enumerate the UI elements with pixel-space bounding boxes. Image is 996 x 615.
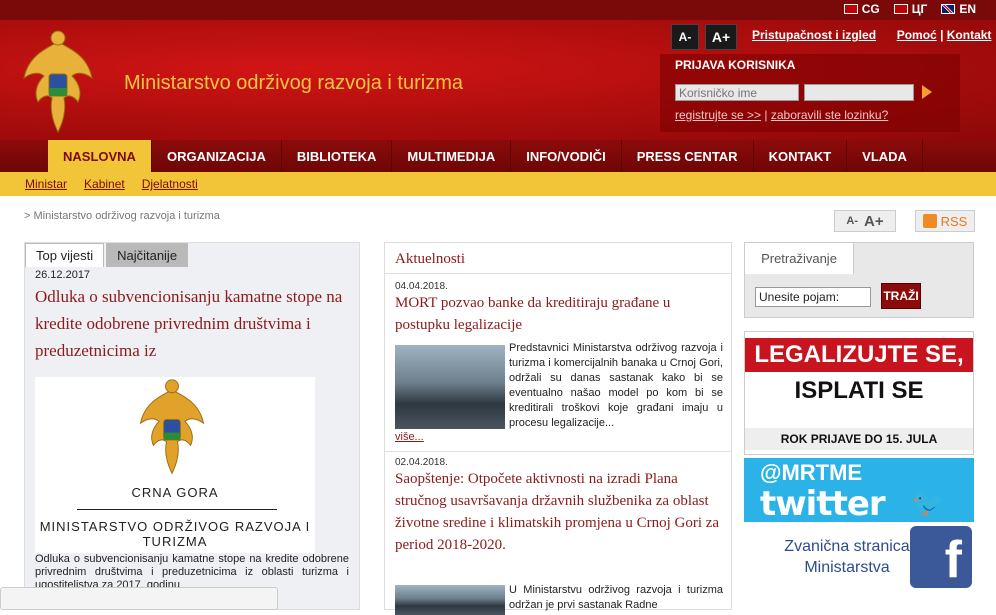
news-excerpt: U Ministarstvu održivog razvoja i turizm… bbox=[509, 584, 723, 611]
top-news-image[interactable]: CRNA GORA MINISTARSTVO ODRŽIVOG RAZVOJA … bbox=[35, 377, 315, 553]
login-link-separator: | bbox=[761, 108, 771, 122]
tab-najcitanije[interactable]: Najčitanije bbox=[106, 243, 189, 267]
top-news-title[interactable]: Odluka o subvencionisanju kamatne stope … bbox=[35, 283, 355, 364]
uk-flag-icon bbox=[941, 4, 956, 14]
coat-of-arms-icon bbox=[139, 379, 205, 475]
news-heading: Aktuelnosti bbox=[395, 251, 465, 267]
rss-icon bbox=[922, 214, 937, 228]
news-title[interactable]: MORT pozvao banke da kreditiraju građane… bbox=[395, 292, 725, 336]
legalization-banner[interactable]: LEGALIZUJTE SE, ISPLATI SE ROK PRIJAVE D… bbox=[744, 331, 974, 455]
content-font-decrease-button[interactable]: A- bbox=[846, 215, 858, 227]
nav-item-press-centar[interactable]: PRESS CENTAR bbox=[622, 140, 754, 172]
password-input[interactable] bbox=[804, 84, 914, 101]
username-input[interactable] bbox=[675, 84, 799, 101]
login-submit-arrow-icon[interactable] bbox=[922, 85, 932, 99]
news-excerpt: Predstavnici Ministarstva održivog razvo… bbox=[509, 342, 723, 429]
lang-cg[interactable]: CG bbox=[843, 2, 880, 16]
subnav-item-kabinet[interactable]: Kabinet bbox=[84, 177, 125, 191]
breadcrumb: > Ministarstvo održivog razvoja i turizm… bbox=[24, 210, 220, 222]
twitter-bird-icon: 🐦 bbox=[911, 488, 944, 518]
lang-cyrillic[interactable]: ЦГ bbox=[893, 2, 928, 16]
nav-item-multimedija[interactable]: MULTIMEDIJA bbox=[392, 140, 512, 172]
contact-link[interactable]: Kontakt bbox=[947, 28, 992, 42]
facebook-text: Zvanična stranica Ministarstva bbox=[784, 538, 910, 576]
content-font-increase-button[interactable]: A+ bbox=[864, 213, 884, 230]
news-thumbnail[interactable] bbox=[395, 585, 505, 615]
login-title: PRIJAVA KORISNIKA bbox=[675, 58, 796, 72]
lang-en[interactable]: EN bbox=[941, 2, 976, 16]
news-thumbnail[interactable] bbox=[395, 345, 505, 429]
image-ministry-caption: MINISTARSTVO ODRŽIVOG RAZVOJA I TURIZMA bbox=[39, 519, 311, 549]
site-title[interactable]: Ministarstvo održivog razvoja i turizma bbox=[124, 72, 463, 95]
news-panel: Aktuelnosti 04.04.2018. MORT pozvao bank… bbox=[384, 242, 732, 615]
link-separator: | bbox=[936, 28, 947, 42]
twitter-handle: @MRTME bbox=[760, 460, 863, 485]
news-date: 04.04.2018. bbox=[395, 281, 448, 292]
lang-cg-label: CG bbox=[861, 2, 880, 16]
subnav-item-ministar[interactable]: Ministar bbox=[25, 177, 67, 191]
nav-item-vlada[interactable]: VLADA bbox=[847, 140, 923, 172]
register-link[interactable]: registrujte se >> bbox=[675, 108, 761, 122]
help-link[interactable]: Pomoć bbox=[897, 28, 937, 42]
nav-item-naslovna[interactable]: NASLOVNA bbox=[48, 140, 152, 172]
search-button[interactable]: TRAŽI bbox=[881, 283, 921, 309]
nav-item-biblioteka[interactable]: BIBLIOTEKA bbox=[282, 140, 393, 172]
language-bar: CG ЦГ EN bbox=[0, 0, 996, 20]
search-tab[interactable]: Pretraživanje bbox=[744, 242, 854, 274]
utility-links: Pristupačnost i izgled Pomoć | Kontakt bbox=[752, 28, 991, 42]
login-panel: PRIJAVA KORISNIKA registrujte se >> | za… bbox=[660, 54, 960, 132]
read-more-link[interactable]: više... bbox=[395, 431, 424, 443]
forgot-password-link[interactable]: zaboravili ste lozinku? bbox=[771, 108, 888, 122]
main-nav: NASLOVNA ORGANIZACIJA BIBLIOTEKA MULTIME… bbox=[0, 140, 996, 172]
legalization-headline: LEGALIZUJTE SE, bbox=[745, 338, 973, 372]
font-increase-button[interactable]: A+ bbox=[705, 24, 737, 50]
twitter-wordmark: twitter bbox=[760, 484, 886, 524]
divider bbox=[385, 273, 731, 274]
nav-item-kontakt[interactable]: KONTAKT bbox=[754, 140, 848, 172]
image-country-caption: CRNA GORA bbox=[131, 485, 219, 500]
montenegro-flag-icon bbox=[893, 4, 908, 14]
divider bbox=[385, 451, 731, 452]
accessibility-link[interactable]: Pristupačnost i izgled bbox=[752, 28, 876, 42]
news-tabs: Top vijesti Najčitanije bbox=[25, 243, 189, 267]
search-input[interactable] bbox=[755, 287, 871, 307]
twitter-banner[interactable]: @MRTME twitter 🐦 bbox=[744, 458, 974, 524]
font-size-controls: A- A+ bbox=[671, 24, 737, 50]
font-decrease-button[interactable]: A- bbox=[671, 24, 699, 50]
top-news-date: 26.12.2017 bbox=[35, 269, 91, 281]
facebook-icon: f bbox=[910, 526, 972, 588]
content-font-size-controls: A- A+ bbox=[834, 210, 896, 232]
news-title[interactable]: Saopštenje: Otpočete aktivnosti na izrad… bbox=[395, 468, 725, 556]
horizontal-scrollbar[interactable] bbox=[0, 587, 278, 610]
search-panel: Pretraživanje TRAŽI bbox=[744, 242, 974, 318]
tab-top-vijesti[interactable]: Top vijesti bbox=[25, 243, 105, 267]
rss-label: RSS bbox=[940, 213, 968, 229]
nav-item-info-vodici[interactable]: INFO/VODIČI bbox=[511, 140, 622, 172]
montenegro-flag-icon bbox=[843, 4, 858, 14]
site-header: Ministarstvo održivog razvoja i turizma … bbox=[0, 20, 996, 140]
sub-nav: Ministar Kabinet Djelatnosti bbox=[0, 172, 996, 196]
nav-item-organizacija[interactable]: ORGANIZACIJA bbox=[152, 140, 282, 172]
image-divider bbox=[77, 509, 277, 510]
lang-cyrillic-label: ЦГ bbox=[911, 2, 928, 16]
news-date: 02.04.2018. bbox=[395, 457, 448, 468]
lang-en-label: EN bbox=[959, 2, 976, 16]
coat-of-arms-icon[interactable] bbox=[22, 28, 94, 136]
subnav-item-djelatnosti[interactable]: Djelatnosti bbox=[142, 177, 198, 191]
legalization-deadline: ROK PRIJAVE DO 15. JULA bbox=[745, 428, 973, 450]
rss-button[interactable]: RSS bbox=[915, 210, 975, 232]
language-switcher: CG ЦГ EN bbox=[843, 2, 976, 16]
login-links: registrujte se >> | zaboravili ste lozin… bbox=[675, 108, 888, 122]
top-news-panel: Top vijesti Najčitanije 26.12.2017 Odluk… bbox=[24, 242, 360, 610]
legalization-subheadline: ISPLATI SE bbox=[745, 372, 973, 410]
facebook-banner[interactable]: Zvanična stranica Ministarstva f bbox=[744, 524, 974, 590]
news-item: 02.04.2018. Saopštenje: Otpočete aktivno… bbox=[395, 457, 725, 615]
news-item: 04.04.2018. MORT pozvao banke da krediti… bbox=[395, 281, 725, 443]
